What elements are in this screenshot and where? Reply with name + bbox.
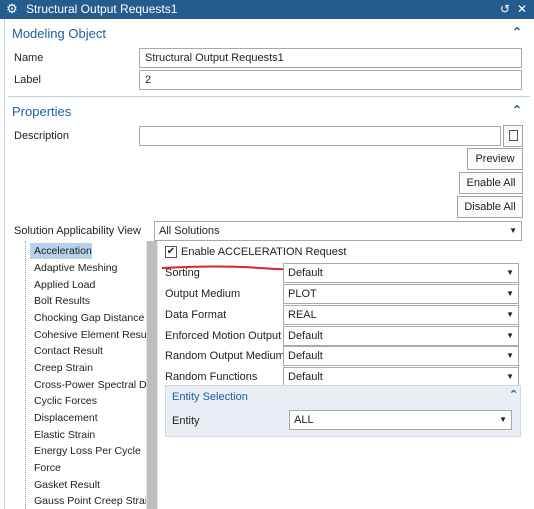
random-functions-value: Default [288, 371, 323, 383]
enable-request-label: Enable ACCELERATION Request [181, 246, 347, 258]
name-field[interactable]: Structural Output Requests1 [139, 48, 522, 68]
enforced-motion-label: Enforced Motion Output [165, 330, 282, 342]
chevron-down-icon: ▼ [506, 310, 514, 319]
gear-icon: ⚙ [6, 1, 18, 16]
chevron-down-icon: ▼ [499, 415, 507, 424]
tree-connector [25, 241, 26, 509]
random-functions-label: Random Functions [165, 371, 258, 383]
chevron-up-icon[interactable]: ⌃ [509, 388, 518, 401]
enable-request-checkbox[interactable]: ✔ [165, 246, 177, 258]
chevron-down-icon: ▼ [506, 289, 514, 298]
chevron-down-icon: ▼ [506, 351, 514, 360]
checkmark-icon: ✔ [166, 246, 176, 257]
tree-item-displacement[interactable]: Displacement [30, 410, 98, 426]
tree-item-gauss-point-creep-strain[interactable]: Gauss Point Creep Strain [30, 493, 153, 509]
chevron-down-icon: ▼ [506, 268, 514, 277]
enable-all-button[interactable]: Enable All [459, 172, 523, 194]
tree-item-chocking-gap-distance[interactable]: Chocking Gap Distance [30, 310, 144, 326]
close-icon[interactable]: ✕ [515, 2, 529, 16]
tree-item-gasket-result[interactable]: Gasket Result [30, 477, 100, 493]
disable-all-button[interactable]: Disable All [457, 196, 523, 218]
sorting-value: Default [288, 267, 323, 279]
random-output-medium-label: Random Output Medium [165, 350, 285, 362]
title-bar: ⚙ Structural Output Requests1 ↺ ✕ [0, 0, 534, 19]
tree-scrollbar-thumb[interactable] [147, 241, 157, 509]
chevron-down-icon: ▼ [506, 372, 514, 381]
random-output-medium-select[interactable]: Default ▼ [283, 346, 519, 366]
reset-icon[interactable]: ↺ [498, 2, 512, 16]
solution-view-select[interactable]: All Solutions ▼ [154, 221, 522, 241]
tree-item-creep-strain[interactable]: Creep Strain [30, 360, 93, 376]
output-medium-select[interactable]: PLOT ▼ [283, 284, 519, 304]
chevron-down-icon: ▼ [506, 331, 514, 340]
tree-item-adaptive-meshing[interactable]: Adaptive Meshing [30, 260, 117, 276]
section-divider [8, 96, 530, 97]
tree-item-bolt-results[interactable]: Bolt Results [30, 293, 90, 309]
solution-view-label: Solution Applicability View [14, 225, 141, 237]
preview-button[interactable]: Preview [467, 148, 523, 170]
output-medium-label: Output Medium [165, 288, 241, 300]
tree-scrollbar[interactable] [146, 241, 158, 509]
chevron-up-icon[interactable]: ⌃ [512, 25, 522, 39]
tree-item-contact-result[interactable]: Contact Result [30, 343, 103, 359]
data-format-label: Data Format [165, 309, 227, 321]
sorting-label: Sorting [165, 267, 200, 279]
entity-label: Entity [172, 415, 200, 427]
solution-view-value: All Solutions [159, 225, 220, 237]
modeling-object-title: Modeling Object [12, 26, 106, 41]
output-request-tree[interactable]: Acceleration Adaptive Meshing Applied Lo… [10, 241, 158, 509]
entity-select[interactable]: ALL ▼ [289, 410, 512, 430]
tree-item-cyclic-forces[interactable]: Cyclic Forces [30, 393, 97, 409]
enforced-motion-value: Default [288, 330, 323, 342]
properties-title: Properties [12, 104, 72, 119]
data-format-select[interactable]: REAL ▼ [283, 305, 519, 325]
window-title: Structural Output Requests1 [26, 2, 178, 16]
tree-item-acceleration[interactable]: Acceleration [30, 243, 92, 259]
random-output-medium-value: Default [288, 350, 323, 362]
label-field[interactable]: 2 [139, 70, 522, 90]
tree-item-energy-loss-per-cycle[interactable]: Energy Loss Per Cycle [30, 443, 141, 459]
description-label: Description [14, 130, 70, 142]
tree-item-elastic-strain[interactable]: Elastic Strain [30, 427, 95, 443]
chevron-up-icon[interactable]: ⌃ [512, 103, 522, 117]
properties-header[interactable]: Properties ⌃ [8, 100, 530, 122]
tree-item-cohesive-element-results[interactable]: Cohesive Element Results [30, 327, 157, 343]
tree-item-cross-power-spectral[interactable]: Cross-Power Spectral Den [30, 377, 158, 393]
sorting-select[interactable]: Default ▼ [283, 263, 519, 283]
tree-item-applied-load[interactable]: Applied Load [30, 277, 95, 293]
description-field[interactable] [139, 126, 501, 146]
page-icon [508, 130, 518, 141]
random-functions-select[interactable]: Default ▼ [283, 367, 519, 387]
modeling-object-header[interactable]: Modeling Object ⌃ [8, 22, 530, 44]
tree-item-force[interactable]: Force [30, 460, 61, 476]
entity-selection-title: Entity Selection [172, 391, 248, 403]
label-label: Label [14, 74, 41, 86]
name-label: Name [14, 52, 44, 64]
data-format-value: REAL [288, 309, 317, 321]
browse-button[interactable] [503, 125, 523, 147]
output-medium-value: PLOT [288, 288, 317, 300]
chevron-down-icon: ▼ [509, 226, 517, 235]
entity-value: ALL [294, 414, 314, 426]
enforced-motion-select[interactable]: Default ▼ [283, 326, 519, 346]
